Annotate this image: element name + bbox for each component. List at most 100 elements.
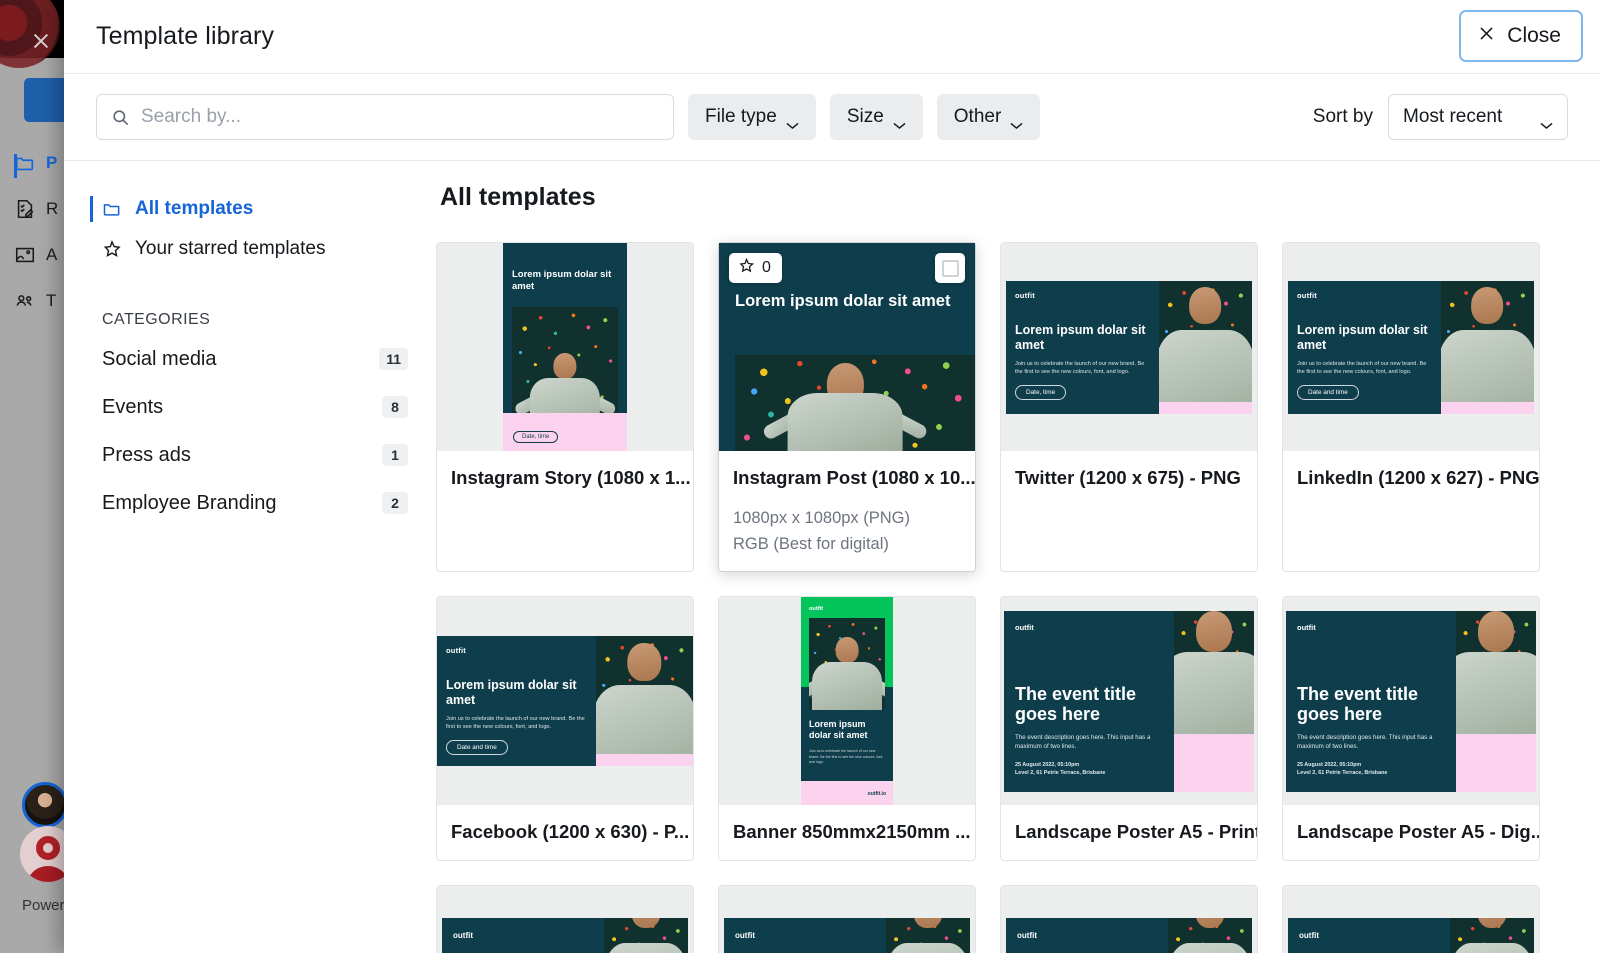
modal-header: Template library Close [64,0,1600,74]
template-thumbnail: outfit [1001,886,1257,953]
template-photo [886,918,970,953]
template-card[interactable]: outfit Lorem ipsum dolar sit amet Join u… [436,596,694,862]
section-title: All templates [440,183,596,211]
template-brand: outfit [1297,290,1317,300]
star-count-badge[interactable]: 0 [729,253,782,283]
template-photo [1174,610,1254,734]
template-art-partial: outfit [724,918,970,953]
modal-body: All templates Your starred templates CAT… [64,161,1600,953]
template-event-details: 25 August 2022, 05:10pm Level 2, 61 Petr… [1015,761,1106,777]
review-document-icon [14,198,36,220]
template-library-modal: Template library Close File type Size [64,0,1600,953]
template-select-checkbox[interactable] [935,253,965,283]
sort-select[interactable]: Most recent [1388,94,1568,140]
template-card-title: Instagram Story (1080 x 1... [451,467,691,488]
template-thumbnail: outfit Lorem ipsum dolar sit amet Join u… [1283,243,1539,451]
filter-other-button[interactable]: Other [936,94,1041,140]
template-card[interactable]: outfit Lorem ipsum dolar sit amet Join u… [718,596,976,862]
template-card[interactable]: outfit [718,885,976,953]
template-art-twitter: outfit Lorem ipsum dolar sit amet Join u… [1006,280,1252,414]
template-headline: Lorem ipsum dolar sit amet [735,292,951,310]
template-thumbnail: outfit The event title goes here The eve… [1001,597,1257,806]
template-event-details: 25 August 2022, 05:10pm Level 2, 61 Petr… [1297,761,1388,777]
template-card[interactable]: outfit [1000,885,1258,953]
template-card[interactable]: outfit Lorem ipsum dolar sit amet Join u… [1000,242,1258,573]
categories-heading: CATEGORIES [102,311,211,328]
filter-label: Size [846,106,884,127]
template-card[interactable]: outfit The event title goes here The eve… [1000,596,1258,862]
search-icon [111,108,130,127]
template-art-linkedin: outfit Lorem ipsum dolar sit amet Join u… [1288,280,1534,414]
template-card[interactable]: outfit Lorem ipsum dolar sit amet Join u… [1282,242,1540,573]
category-label: Press ads [102,443,191,466]
template-description: The event description goes here. This in… [1297,733,1433,751]
sidebar-category-press-ads[interactable]: Press ads 1 [102,431,408,479]
template-photo [1168,918,1252,953]
sidebar-item-label: Your starred templates [135,238,326,259]
sidebar-category-social-media[interactable]: Social media 11 [102,335,408,383]
close-button[interactable]: Close [1459,10,1583,62]
sidebar-category-events[interactable]: Events 8 [102,383,408,431]
template-brand: outfit [1299,931,1319,941]
category-count: 1 [382,444,408,466]
template-headline: The event title goes here [1297,683,1419,724]
avatar[interactable] [22,782,68,828]
template-thumbnail: outfit Lorem ipsum dolar sit amet Join u… [437,597,693,806]
image-asset-icon [14,244,36,266]
chevron-down-icon [893,113,906,129]
template-thumbnail: outfit [1283,886,1539,953]
template-card[interactable]: outfit [436,885,694,953]
search-input[interactable] [97,95,673,139]
main-content: All templates Lorem ipsum dolar sit amet… [434,161,1600,953]
template-date-pill: Date, time [1015,384,1067,400]
template-photo [1440,280,1534,414]
toolbar: File type Size Other Sort by Most recent [64,74,1600,161]
category-label: Events [102,395,164,418]
template-headline: Lorem ipsum dolar sit amet [1015,322,1146,352]
chevron-down-icon [1010,113,1023,129]
template-card[interactable]: outfit The event title goes here The eve… [1282,596,1540,862]
template-grid: Lorem ipsum dolar sit amet Date, time In… [436,242,1568,953]
sidebar-item-starred-templates[interactable]: Your starred templates [90,229,408,269]
category-count: 11 [379,348,408,370]
template-card-title: Landscape Poster A5 - Print [1015,821,1257,843]
sidebar-category-employee-branding[interactable]: Employee Branding 2 [102,479,408,527]
template-accent-bar [1456,733,1536,792]
template-thumbnail: Lorem ipsum dolar sit amet Date, time [437,243,693,451]
template-card-title: Landscape Poster A5 - Dig... [1297,821,1539,843]
filter-label: Other [953,106,1002,127]
filter-size-button[interactable]: Size [829,94,923,140]
page-title: Template library [96,22,275,50]
search-field[interactable] [96,94,674,140]
template-art-facebook: outfit Lorem ipsum dolar sit amet Join u… [437,636,693,767]
sort-select-value: Most recent [1403,106,1503,127]
sidebar-item-all-templates[interactable]: All templates [90,189,408,229]
template-card-title: LinkedIn (1200 x 627) - PNG [1297,467,1539,488]
template-url: outfit.io [867,791,886,798]
template-card[interactable]: 0 Lorem ipsum dolar sit amet Instagram P… [718,242,976,573]
template-photo [604,918,688,953]
template-thumbnail: outfit [719,886,975,953]
template-description: Join us to celebrate the launch of our n… [446,716,585,731]
close-icon[interactable] [30,30,52,52]
template-accent-bar [1440,401,1534,414]
template-thumbnail: outfit Lorem ipsum dolar sit amet Join u… [1001,243,1257,451]
template-card[interactable]: Lorem ipsum dolar sit amet Date, time In… [436,242,694,573]
template-brand: outfit [1015,622,1034,632]
template-photo [1450,918,1534,953]
background-nav-label: R [46,199,59,218]
template-thumbnail: outfit The event title goes here The eve… [1283,597,1539,806]
template-art-partial: outfit [1006,918,1252,953]
template-photo [735,355,975,451]
template-card[interactable]: outfit [1282,885,1540,953]
template-date-pill: Date, time [513,431,559,443]
template-brand: outfit [453,931,473,941]
category-count: 8 [382,396,408,418]
chevron-down-icon [1540,113,1553,129]
template-art-banner: outfit Lorem ipsum dolar sit amet Join u… [801,597,893,806]
template-date-pill: Date and time [1297,384,1359,400]
template-date-pill: Date and time [446,740,508,756]
filter-file-type-button[interactable]: File type [688,94,816,140]
star-icon [102,239,122,259]
category-label: Employee Branding [102,491,277,514]
